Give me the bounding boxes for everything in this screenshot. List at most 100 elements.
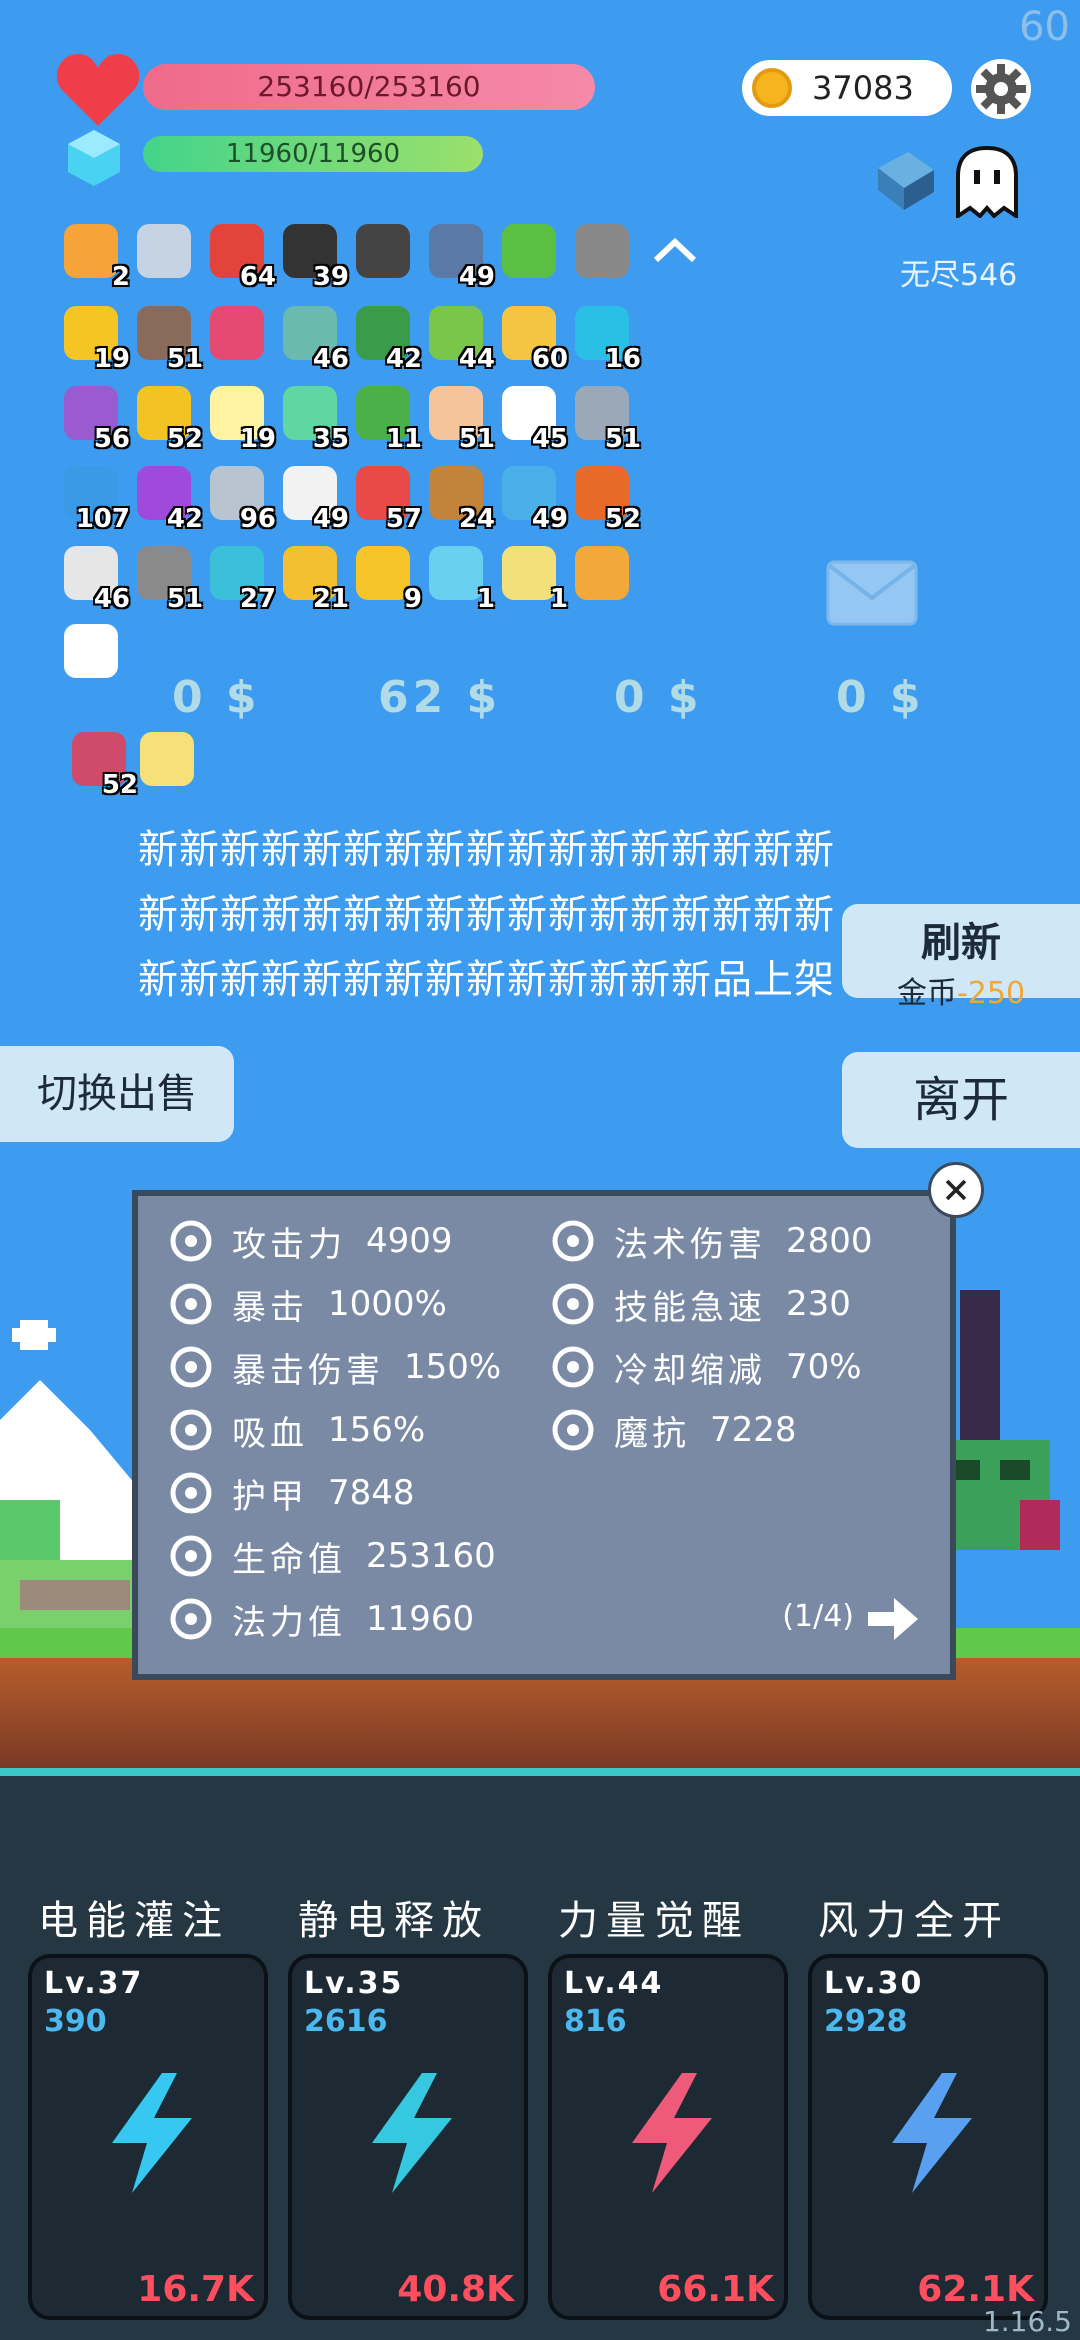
settings-gear-icon[interactable]	[970, 58, 1032, 120]
item-count: 46	[312, 344, 349, 374]
stat-value: 2800	[786, 1221, 873, 1261]
stat-row: 吸血 156%	[166, 1405, 425, 1455]
inventory-item[interactable]: 16	[571, 302, 641, 374]
inventory-item[interactable]: 42	[133, 462, 203, 534]
heart-icon	[56, 54, 140, 126]
inventory-item[interactable]: 52	[571, 462, 641, 534]
skill-card[interactable]: Lv.44 816 66.1K	[548, 1954, 788, 2320]
inventory-item[interactable]: 56	[60, 382, 130, 454]
inventory-item[interactable]	[644, 220, 706, 282]
inventory-item[interactable]: 27	[206, 542, 276, 614]
ghost-icon[interactable]	[952, 146, 1022, 218]
skill-cost: 2616	[304, 2004, 388, 2039]
inventory-item[interactable]: 49	[279, 462, 349, 534]
coin-icon	[752, 68, 792, 108]
inventory-item[interactable]: 44	[425, 302, 495, 374]
idea-card-icon	[140, 732, 194, 786]
inventory-item[interactable]: 39	[279, 220, 349, 292]
stat-label: 暴击伤害	[232, 1350, 384, 1391]
skill-card[interactable]: Lv.37 390 16.7K	[28, 1954, 268, 2320]
love-letter-icon	[210, 306, 264, 360]
close-icon[interactable]	[928, 1162, 984, 1218]
inventory-item[interactable]	[498, 220, 560, 282]
next-page-arrow-icon[interactable]	[866, 1594, 920, 1644]
stat-label: 暴击	[232, 1287, 308, 1328]
switch-sell-button[interactable]: 切换出售	[0, 1046, 234, 1142]
item-count: 27	[239, 584, 276, 614]
refresh-label: 刷新	[921, 920, 1001, 966]
mana-gem-icon	[68, 130, 120, 186]
refresh-button[interactable]: 刷新 金币-250	[842, 904, 1080, 1011]
inventory-item[interactable]: 1	[425, 542, 495, 614]
skill-title: 风力全开	[818, 1898, 1010, 1944]
item-count: 24	[458, 504, 495, 534]
inventory-item[interactable]: 49	[498, 462, 568, 534]
leave-button[interactable]: 离开	[842, 1052, 1080, 1148]
hp-bar: 253160/253160	[143, 64, 595, 110]
skill-card[interactable]: Lv.35 2616 40.8K	[288, 1954, 528, 2320]
inventory-item[interactable]	[133, 220, 195, 282]
refresh-cost-prefix: 金币	[896, 976, 957, 1011]
inventory-item[interactable]	[60, 620, 122, 682]
skill-damage: 40.8K	[397, 2269, 514, 2310]
skill-card[interactable]: Lv.30 2928 62.1K	[808, 1954, 1048, 2320]
item-count: 60	[531, 344, 568, 374]
item-count: 52	[101, 770, 138, 800]
inventory-item[interactable]: 51	[571, 382, 641, 454]
inventory-item[interactable]: 52	[133, 382, 203, 454]
hills-scenery	[0, 1380, 140, 1630]
envelope-icon[interactable]	[826, 560, 918, 626]
lightning-skill-icon	[112, 2073, 192, 2193]
inventory-item[interactable]: 24	[425, 462, 495, 534]
inventory-item[interactable]: 51	[425, 382, 495, 454]
inventory-item[interactable]: 2	[60, 220, 130, 292]
item-count: 11	[385, 424, 422, 454]
skill-level: Lv.35	[304, 1966, 404, 2001]
inventory-item[interactable]	[571, 220, 633, 282]
item-count: 42	[166, 504, 203, 534]
halo-icon	[502, 546, 556, 600]
shop-price-2: 62 $	[378, 672, 502, 723]
magic-damage-icon	[548, 1216, 614, 1266]
inventory-item[interactable]: 1	[498, 542, 568, 614]
stat-value: 1000%	[328, 1284, 447, 1324]
cloud-icon	[12, 1320, 56, 1350]
skill-haste-icon	[548, 1279, 614, 1329]
inventory-item[interactable]: 60	[498, 302, 568, 374]
inventory-item[interactable]: 51	[133, 302, 203, 374]
inventory-item[interactable]	[571, 542, 633, 604]
inventory-item[interactable]: 9	[352, 542, 422, 614]
inventory-item[interactable]: 96	[206, 462, 276, 534]
inventory-item[interactable]: 46	[60, 542, 130, 614]
skill-title: 电能灌注	[38, 1898, 230, 1944]
inventory-item[interactable]: 19	[60, 302, 130, 374]
inventory-item[interactable]: 52	[68, 728, 138, 800]
inventory-item[interactable]: 45	[498, 382, 568, 454]
inventory-item[interactable]: 57	[352, 462, 422, 534]
inventory-item[interactable]: 49	[425, 220, 495, 292]
heart-stat-icon	[166, 1531, 232, 1581]
new-arrivals-text: 新新新新新新新新新新新新新新新新新新新新新新新新新新新新新新新新新新新新新新新新…	[138, 827, 835, 1003]
inventory-item[interactable]	[136, 728, 198, 790]
inventory-item[interactable]: 11	[352, 382, 422, 454]
axe-stat-icon	[166, 1216, 232, 1266]
inventory-item[interactable]: 51	[133, 542, 203, 614]
inventory-item[interactable]: 46	[279, 302, 349, 374]
inventory-item[interactable]	[352, 220, 414, 282]
stat-value: 7228	[710, 1410, 797, 1450]
version-label: 1.16.5	[982, 2305, 1072, 2338]
inventory-item[interactable]: 19	[206, 382, 276, 454]
shop-price-4: 0 $	[836, 672, 925, 723]
chevron-up-icon	[648, 224, 702, 278]
stat-label: 冷却缩减	[614, 1350, 766, 1391]
mana-stat-icon	[166, 1594, 232, 1644]
inventory-item[interactable]	[206, 302, 268, 364]
stat-row: 魔抗 7228	[548, 1405, 797, 1455]
scroll-icon	[64, 224, 118, 278]
inventory-item[interactable]: 42	[352, 302, 422, 374]
inventory-item[interactable]: 21	[279, 542, 349, 614]
inventory-item[interactable]: 35	[279, 382, 349, 454]
inventory-item[interactable]: 107	[60, 462, 130, 534]
item-count: 64	[239, 262, 276, 292]
inventory-item[interactable]: 64	[206, 220, 276, 292]
